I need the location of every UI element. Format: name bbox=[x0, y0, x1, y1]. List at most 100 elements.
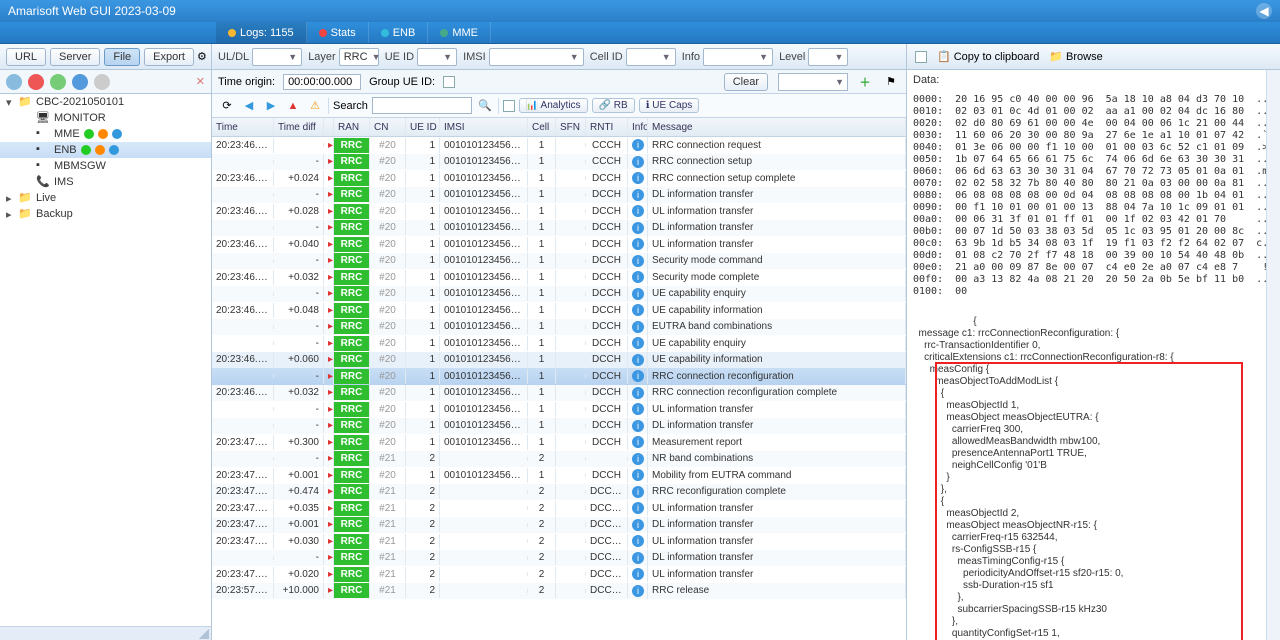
tree-item[interactable]: ▪MME bbox=[0, 126, 211, 142]
url-button[interactable]: URL bbox=[6, 48, 46, 66]
imsi-combo[interactable]: ▼ bbox=[489, 48, 584, 66]
group-ue-checkbox[interactable] bbox=[443, 76, 455, 88]
analytics-button[interactable]: 📊 Analytics bbox=[519, 98, 588, 113]
log-row[interactable]: 20:23:47.116+0.300▸RRC#20100101012345678… bbox=[212, 434, 906, 451]
column-header[interactable]: CN bbox=[370, 118, 406, 136]
log-row[interactable]: 20:23:57.677+10.000▸RRC#2122DCCH-NRiRRC … bbox=[212, 583, 906, 600]
uecaps-button[interactable]: ℹ UE Caps bbox=[639, 98, 700, 113]
expand-icon[interactable]: ▸ bbox=[6, 192, 18, 205]
tree-item[interactable]: ▾📁CBC-2021050101 bbox=[0, 94, 211, 110]
level-combo[interactable]: ▼ bbox=[808, 48, 848, 66]
log-row[interactable]: -▸RRC#2122DCCH-NRiDL information transfe… bbox=[212, 550, 906, 567]
uldl-combo[interactable]: ▼ bbox=[252, 48, 302, 66]
analytics-checkbox[interactable] bbox=[503, 100, 515, 112]
clear-button[interactable]: Clear bbox=[724, 73, 768, 91]
column-header[interactable]: Time diff bbox=[274, 118, 324, 136]
log-row[interactable]: -▸RRC#2010010101234567891DCCHiSecurity m… bbox=[212, 253, 906, 270]
flag-icon[interactable]: ⚑ bbox=[882, 73, 900, 91]
play-icon[interactable] bbox=[50, 74, 66, 90]
warn-icon[interactable]: ▲ bbox=[284, 97, 302, 115]
right-scrollbar[interactable] bbox=[1266, 70, 1280, 640]
column-header[interactable]: Info bbox=[628, 118, 648, 136]
tree-item[interactable]: ▸📁Live bbox=[0, 190, 211, 206]
log-row[interactable]: -▸RRC#2010010101234567891DCCHiUE capabil… bbox=[212, 335, 906, 352]
log-row[interactable]: 20:23:47.627+0.001▸RRC#2122DCCH-NRiDL in… bbox=[212, 517, 906, 534]
log-row[interactable]: 20:23:47.657+0.030▸RRC#2122DCCH-NRiUL in… bbox=[212, 533, 906, 550]
log-row[interactable]: -▸RRC#2010010101234567891DCCHiRRC connec… bbox=[212, 368, 906, 385]
column-header[interactable]: Time bbox=[212, 118, 274, 136]
column-header[interactable]: IMSI bbox=[440, 118, 528, 136]
log-row[interactable]: 20:23:46.676+0.032▸RRC#20100101012345678… bbox=[212, 269, 906, 286]
tab-stats[interactable]: Stats bbox=[307, 22, 369, 43]
log-row[interactable]: 20:23:46.576+0.024▸RRC#20100101012345678… bbox=[212, 170, 906, 187]
column-header[interactable]: RNTI bbox=[586, 118, 628, 136]
log-grid[interactable]: TimeTime diff RANCNUE IDIMSICellSFNRNTIIn… bbox=[212, 118, 906, 640]
sidebar-scrollbar[interactable] bbox=[0, 626, 211, 640]
log-row[interactable]: 20:23:47.117+0.001▸RRC#20100101012345678… bbox=[212, 467, 906, 484]
cellid-combo[interactable]: ▼ bbox=[626, 48, 676, 66]
tab-logs[interactable]: Logs: 1155 bbox=[216, 22, 307, 43]
column-header[interactable]: Message bbox=[648, 118, 906, 136]
column-header[interactable]: SFN bbox=[556, 118, 586, 136]
column-header[interactable]: Cell bbox=[528, 118, 556, 136]
copy-checkbox[interactable] bbox=[915, 51, 927, 63]
tree-item[interactable]: ▪ENB bbox=[0, 142, 211, 158]
log-row[interactable]: -▸RRC#2010010101234567891DCCHiDL informa… bbox=[212, 418, 906, 435]
log-row[interactable]: 20:23:47.677+0.020▸RRC#2122DCCH-NRiUL in… bbox=[212, 566, 906, 583]
alert-icon[interactable]: ⚠ bbox=[306, 97, 324, 115]
filter-dropdown[interactable]: ▼ bbox=[778, 73, 848, 91]
log-row[interactable]: -▸RRC#2010010101234567891DCCHiUL informa… bbox=[212, 401, 906, 418]
refresh-icon[interactable] bbox=[6, 74, 22, 90]
file-button[interactable]: File bbox=[104, 48, 140, 66]
export-button[interactable]: Export bbox=[144, 48, 194, 66]
log-row[interactable]: -▸RRC#2010010101234567891DCCHiEUTRA band… bbox=[212, 319, 906, 336]
time-origin-input[interactable]: 00:00:00.000 bbox=[283, 74, 361, 90]
reload-icon[interactable]: ⟳ bbox=[218, 97, 236, 115]
log-row[interactable]: -▸RRC#2122iNR band combinations bbox=[212, 451, 906, 468]
close-icon[interactable]: ✕ bbox=[196, 75, 205, 88]
more-icon[interactable] bbox=[94, 74, 110, 90]
info-combo[interactable]: ▼ bbox=[703, 48, 773, 66]
column-header[interactable]: UE ID bbox=[406, 118, 440, 136]
log-row[interactable]: -▸RRC#2010010101234567891DCCHiDL informa… bbox=[212, 187, 906, 204]
browse-button[interactable]: 📁 Browse bbox=[1049, 50, 1102, 63]
tab-enb[interactable]: ENB bbox=[369, 22, 429, 43]
copy-button[interactable]: 📋 Copy to clipboard bbox=[937, 50, 1039, 63]
log-row[interactable]: -▸RRC#2010010101234567891CCCHiRRC connec… bbox=[212, 154, 906, 171]
rb-button[interactable]: 🔗 RB bbox=[592, 98, 635, 113]
expand-icon[interactable]: ▸ bbox=[6, 208, 18, 221]
add-icon[interactable]: ＋ bbox=[856, 73, 874, 91]
expand-icon[interactable]: ▾ bbox=[6, 96, 18, 109]
log-row[interactable]: -▸RRC#2010010101234567891DCCHiUE capabil… bbox=[212, 286, 906, 303]
binoculars-icon[interactable]: 🔍 bbox=[476, 97, 494, 115]
stop-icon[interactable] bbox=[28, 74, 44, 90]
log-row[interactable]: -▸RRC#2010010101234567891DCCHiDL informa… bbox=[212, 220, 906, 237]
server-button[interactable]: Server bbox=[50, 48, 100, 66]
log-row[interactable]: 20:23:47.591+0.474▸RRC#2122DCCH-NRiRRC r… bbox=[212, 484, 906, 501]
ueid-combo[interactable]: ▼ bbox=[417, 48, 457, 66]
tab-mme[interactable]: MME bbox=[428, 22, 491, 43]
column-header[interactable] bbox=[324, 118, 334, 136]
tree-item[interactable]: ▸📁Backup bbox=[0, 206, 211, 222]
log-row[interactable]: 20:23:46.604+0.028▸RRC#20100101012345678… bbox=[212, 203, 906, 220]
layer-combo[interactable]: RRC▼ bbox=[339, 48, 379, 66]
log-row[interactable]: 20:23:46.644+0.040▸RRC#20100101012345678… bbox=[212, 236, 906, 253]
tree-item[interactable]: 📞IMS bbox=[0, 174, 211, 190]
log-row[interactable]: 20:23:47.626+0.035▸RRC#2122DCCH-NRiUL in… bbox=[212, 500, 906, 517]
hex-dump[interactable]: 0000: 20 16 95 c0 40 00 00 96 5a 18 10 a… bbox=[907, 90, 1266, 302]
log-row[interactable]: 20:23:46.552▸RRC#2010010101234567891CCCH… bbox=[212, 137, 906, 154]
log-row[interactable]: 20:23:46.724+0.048▸RRC#20100101012345678… bbox=[212, 302, 906, 319]
file-tree[interactable]: ▾📁CBC-2021050101🖥MONITOR▪MME▪ENB▪MBMSGW📞… bbox=[0, 94, 211, 626]
log-row[interactable]: 20:23:46.784+0.060▸RRC#20100101012345678… bbox=[212, 352, 906, 369]
forward-icon[interactable]: ▶ bbox=[262, 97, 280, 115]
tree-item[interactable]: 🖥MONITOR bbox=[0, 110, 211, 126]
gear-icon[interactable]: ⚙ bbox=[196, 48, 208, 66]
message-decode[interactable]: { message c1: rrcConnectionReconfigurati… bbox=[907, 302, 1266, 640]
tree-item[interactable]: ▪MBMSGW bbox=[0, 158, 211, 174]
search-input[interactable] bbox=[372, 97, 472, 114]
sync-icon[interactable] bbox=[72, 74, 88, 90]
back-icon[interactable]: ◀ bbox=[240, 97, 258, 115]
column-header[interactable]: RAN bbox=[334, 118, 370, 136]
log-row[interactable]: 20:23:46.816+0.032▸RRC#20100101012345678… bbox=[212, 385, 906, 402]
collapse-icon[interactable]: ◀ bbox=[1256, 3, 1272, 19]
